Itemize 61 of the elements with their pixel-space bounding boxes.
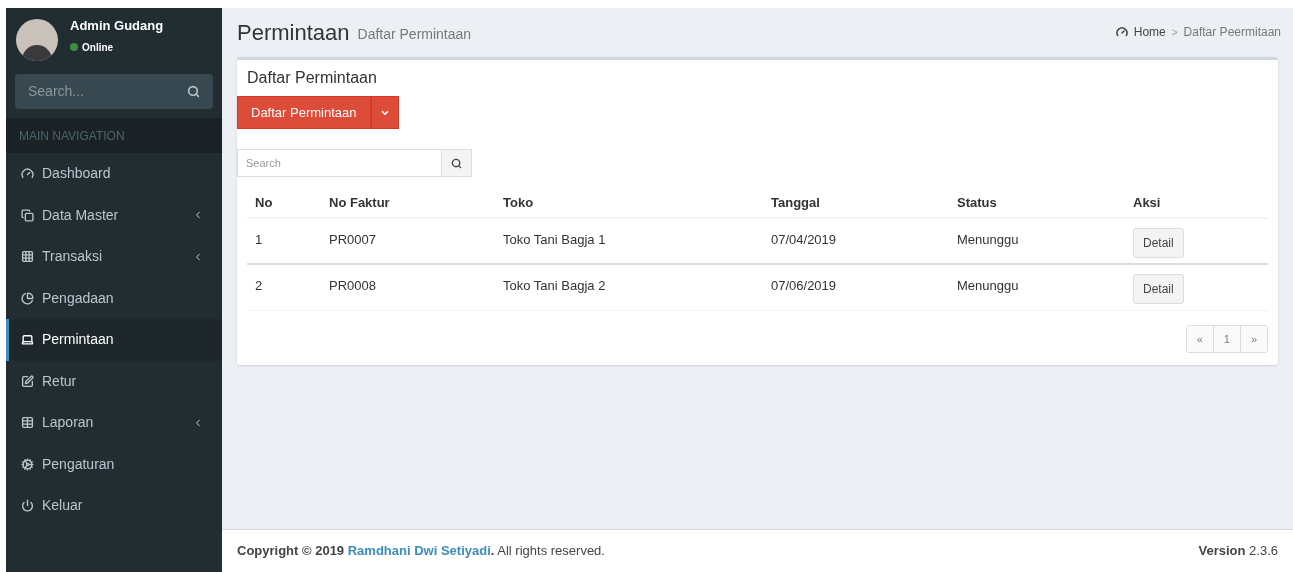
column-header: Aksi [1133,195,1161,211]
sidebar-search-field[interactable]: Search... [15,74,213,109]
nav-item[interactable]: Pengadaan [6,277,222,319]
breadcrumb-current: Daftar Peermitaan [1183,24,1281,41]
column-header: Tanggal [771,195,820,211]
breadcrumb-link[interactable]: Home [1133,23,1166,41]
search-icon[interactable] [187,85,200,98]
pagination-button[interactable]: 1 [1212,326,1240,352]
column-header: Status [957,195,997,211]
nav-item[interactable]: Dashboard [6,153,222,195]
edit-icon [21,374,34,388]
pagination-button[interactable]: » [1239,326,1267,352]
table-search-field[interactable]: Search [237,149,442,177]
nav-item[interactable]: Data Master [6,194,222,236]
detail-button[interactable]: Detail [1133,228,1184,258]
nav-item[interactable]: Transaksi [6,236,222,278]
table-cell: 07/06/2019 [771,278,837,293]
table-cell: Menunggu [957,278,1019,293]
copyright-text: Copyright © 2019 Ramdhani Dwi Setiyadi. All rights reserved. [237,542,605,561]
column-header: Toko [503,195,534,211]
table-cell: 07/04/2019 [771,232,837,247]
nav-item[interactable]: Pengaturan [6,443,222,485]
table-cell: Toko Tani Bagja 2 [503,278,606,293]
dropdown-button[interactable]: Daftar Permintaan [237,96,371,129]
power-icon [21,499,34,513]
table-cell: Toko Tani Bagja 1 [503,232,606,247]
table-cell: 1 [255,232,263,247]
search-icon [451,157,462,169]
gauge-icon [1115,26,1128,38]
detail-button[interactable]: Detail [1133,274,1184,304]
dropdown-toggle[interactable] [370,96,399,129]
column-header: No [255,195,273,211]
search-button[interactable] [442,149,472,177]
page-subtitle: Daftar Permintaan [357,24,472,44]
copy-icon [21,208,34,222]
section-header: MAIN NAVIGATION [19,127,125,145]
nav-item[interactable]: Retur [6,360,222,402]
search-input[interactable]: Search [246,154,433,172]
column-header: No Faktur [329,195,390,211]
nav-item[interactable]: Keluar [6,485,222,527]
page-title: Permintaan [237,18,350,47]
pie-chart-icon [21,291,34,305]
table-cell: 2 [255,278,263,293]
avatar-silhouette [16,19,58,61]
version-text: Version 2.3.6 [1198,542,1278,561]
author-link[interactable]: Ramdhani Dwi Setiyadi [347,543,491,559]
nav-item[interactable]: Laporan [6,402,222,444]
user-name: Admin Gudang [70,17,164,35]
nav-item[interactable]: Permintaan [6,319,222,361]
pagination-button[interactable]: « [1186,326,1213,352]
laptop-icon [21,333,34,347]
card-title: Daftar Permintaan [247,69,377,86]
breadcrumb-separator: > [1171,25,1178,40]
table-icon [21,416,34,430]
table-cell: PR0008 [329,278,376,293]
table-cell: Menunggu [957,232,1019,247]
table-cell: PR0007 [329,232,376,247]
grid-icon [21,250,34,264]
search-input[interactable]: Search... [28,81,187,102]
user-status: Online [82,40,114,55]
gauge-icon [21,167,34,181]
